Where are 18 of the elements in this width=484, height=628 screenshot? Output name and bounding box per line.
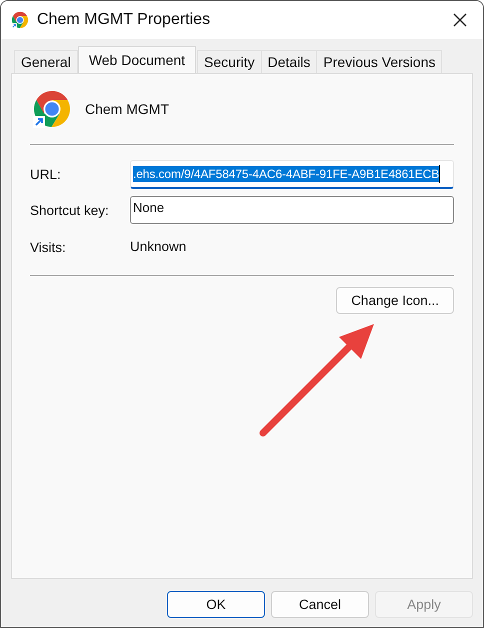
change-icon-button[interactable]: Change Icon... (336, 287, 454, 314)
field-value: Unknown (130, 238, 188, 256)
shortcut-key-field[interactable]: None (130, 196, 454, 224)
field-label: Visits: (30, 240, 67, 255)
tab[interactable]: Security (197, 50, 262, 73)
field-label: URL: (30, 167, 62, 182)
dialog-button[interactable]: OK (167, 591, 265, 618)
tab[interactable]: Previous Versions (316, 50, 442, 73)
shortcut-name: Chem MGMT (85, 101, 169, 117)
tab[interactable]: General (14, 50, 78, 73)
window-title: Chem MGMT Properties (37, 11, 212, 29)
dialog-button[interactable]: Cancel (271, 591, 369, 618)
tab[interactable]: Web Document (78, 46, 196, 73)
url-field[interactable]: .ehs.com/9/4AF58475-4AC6-4ABF-91FE-A9B1E4861ECB (130, 160, 454, 189)
chrome-shortcut-icon (32, 89, 72, 129)
close-icon (453, 13, 467, 27)
chrome-shortcut-icon (11, 11, 29, 29)
field-label: Shortcut key: (30, 202, 110, 218)
